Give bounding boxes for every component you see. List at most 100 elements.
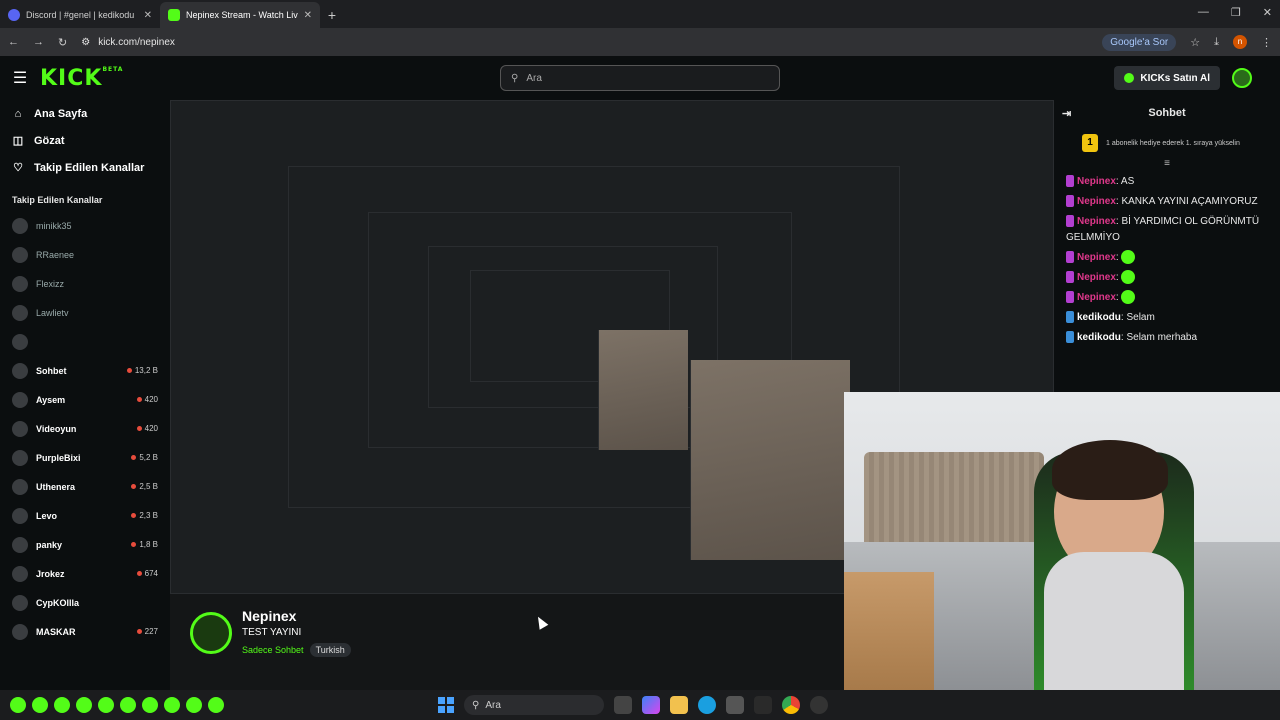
sidebar-item-home[interactable]: ⌂ Ana Sayfa	[0, 100, 170, 127]
stream-tag[interactable]: Turkish	[309, 643, 351, 657]
sidebar-channel-item[interactable]: Jrokez 674	[0, 559, 170, 588]
viewer-count: 420	[144, 395, 158, 404]
new-tab-button[interactable]: +	[320, 2, 344, 28]
chat-username[interactable]: Nepinex	[1077, 272, 1116, 283]
chat-message: Nepinex:	[1066, 290, 1268, 306]
minimize-icon[interactable]: —	[1198, 6, 1209, 19]
sidebar-channel-item[interactable]: RRaenee	[0, 240, 170, 269]
search-input[interactable]: ⚲ Ara	[500, 65, 780, 91]
close-icon[interactable]: ✕	[304, 10, 312, 21]
channel-list: minikk35 RRaenee Flexizz Lawlietv Sohbet 13,2…	[0, 211, 170, 646]
app-icon[interactable]	[754, 696, 772, 714]
kick-logo[interactable]: KICKBETA	[40, 66, 123, 91]
hamburger-menu-icon[interactable]: ☰	[0, 68, 40, 88]
sidebar-channel-item[interactable]: Levo 2,3 B	[0, 501, 170, 530]
channel-name: Jrokez	[36, 568, 65, 579]
chat-message-text: KANKA YAYINI AÇAMIYORUZ	[1121, 196, 1258, 207]
tray-app-icon[interactable]	[142, 697, 158, 713]
file-explorer-icon[interactable]	[670, 696, 688, 714]
sidebar-channel-item[interactable]: Aysem 420	[0, 385, 170, 414]
tray-app-icon[interactable]	[98, 697, 114, 713]
sidebar-channel-item[interactable]: Flexizz	[0, 269, 170, 298]
windows-start-icon[interactable]	[438, 697, 454, 713]
channel-name: Uthenera	[36, 481, 76, 492]
chat-username[interactable]: Nepinex	[1077, 196, 1116, 207]
chat-username[interactable]: Nepinex	[1077, 176, 1116, 187]
sidebar-channel-item[interactable]: PurpleBixi 5,2 B	[0, 443, 170, 472]
tab-discord[interactable]: Discord | #genel | kedikodu ✕	[0, 2, 160, 28]
buy-kicks-button[interactable]: KICKs Satın Al	[1114, 66, 1220, 90]
tray-app-icon[interactable]	[186, 697, 202, 713]
chrome-icon[interactable]	[782, 696, 800, 714]
pinned-toggle-icon[interactable]: ≡	[1054, 159, 1280, 170]
tray-app-icon[interactable]	[54, 697, 70, 713]
sidebar-channel-item[interactable]: Uthenera 2,5 B	[0, 472, 170, 501]
channel-avatar	[12, 536, 28, 553]
chat-username[interactable]: kedikodu	[1077, 332, 1121, 343]
stream-title: TEST YAYINI	[242, 627, 302, 638]
taskbar-search-input[interactable]: ⚲ Ara	[464, 695, 604, 715]
sidebar-item-label: Gözat	[34, 134, 65, 147]
channel-avatar	[12, 362, 28, 379]
chat-username[interactable]: Nepinex	[1077, 252, 1116, 263]
emote-icon	[1121, 270, 1136, 285]
tray-app-icon[interactable]	[32, 697, 48, 713]
sidebar-channel-item[interactable]: Sohbet 13,2 B	[0, 356, 170, 385]
site-info-icon[interactable]: ⚙	[81, 37, 90, 48]
edge-icon[interactable]	[698, 696, 716, 714]
bookmark-star-icon[interactable]: ☆	[1190, 36, 1200, 49]
google-sor-button[interactable]: Google'a Sor	[1102, 33, 1177, 51]
store-icon[interactable]	[726, 696, 744, 714]
sidebar-item-browse[interactable]: ◫ Gözat	[0, 127, 170, 154]
restore-icon[interactable]: ❐	[1231, 6, 1241, 19]
collapse-chat-icon[interactable]: ⇥	[1062, 107, 1071, 120]
chat-username[interactable]: Nepinex	[1077, 292, 1116, 303]
tray-app-icon[interactable]	[10, 697, 26, 713]
sidebar-channel-item[interactable]: minikk35	[0, 211, 170, 240]
profile-avatar[interactable]: n	[1233, 35, 1247, 49]
broadcaster-badge-icon	[1066, 175, 1074, 188]
channel-name: RRaenee	[36, 249, 75, 260]
streamer-name[interactable]: Nepinex	[242, 608, 351, 624]
chat-username[interactable]: Nepinex	[1077, 216, 1116, 227]
stream-category[interactable]: Sadece Sohbet	[242, 645, 304, 655]
close-window-icon[interactable]: ✕	[1263, 6, 1272, 19]
obs-icon[interactable]	[810, 696, 828, 714]
reload-icon[interactable]: ↻	[58, 36, 67, 49]
task-view-icon[interactable]	[614, 696, 632, 714]
copilot-icon[interactable]	[642, 696, 660, 714]
tray-app-icon[interactable]	[208, 697, 224, 713]
close-icon[interactable]: ✕	[144, 10, 152, 21]
sidebar-channel-item[interactable]	[0, 327, 170, 356]
chat-panel: ⇥ Sohbet 1 1 abonelik hediye ederek 1. s…	[1054, 100, 1280, 392]
tray-app-icon[interactable]	[164, 697, 180, 713]
chat-username[interactable]: kedikodu	[1077, 312, 1121, 323]
sidebar-item-following[interactable]: ♡ Takip Edilen Kanallar	[0, 154, 170, 181]
buy-kicks-label: KICKs Satın Al	[1140, 72, 1210, 84]
channel-name: Videoyun	[36, 423, 77, 434]
broadcaster-badge-icon	[1066, 271, 1074, 284]
channel-name: Flexizz	[36, 278, 65, 289]
sidebar-channel-item[interactable]: Videoyun 420	[0, 414, 170, 443]
sidebar-channel-item[interactable]: Lawlietv	[0, 298, 170, 327]
sidebar-channel-item[interactable]: CypKOllla	[0, 588, 170, 617]
tab-kick[interactable]: Nepinex Stream - Watch Live o ✕	[160, 2, 320, 28]
discord-icon	[8, 9, 20, 21]
user-avatar[interactable]	[1232, 68, 1252, 88]
sub-gift-notice[interactable]: 1 1 abonelik hediye ederek 1. sıraya yük…	[1054, 126, 1280, 160]
tray-app-icon[interactable]	[76, 697, 92, 713]
back-icon[interactable]: ←	[8, 36, 19, 48]
chat-message: Nepinex: AS	[1066, 174, 1268, 190]
download-icon[interactable]: ⤓	[1214, 36, 1219, 49]
menu-kebab-icon[interactable]: ⋮	[1261, 36, 1272, 49]
tray-app-icon[interactable]	[120, 697, 136, 713]
channel-name: Aysem	[36, 394, 66, 405]
channel-viewers: 420	[136, 395, 158, 404]
channel-name: CypKOllla	[36, 597, 80, 608]
sidebar-channel-item[interactable]: panky 1,8 B	[0, 530, 170, 559]
url-field[interactable]: ⚙ kick.com/nepinex	[81, 31, 1088, 53]
chat-title: Sohbet	[1148, 107, 1186, 119]
streamer-avatar[interactable]	[190, 611, 232, 654]
forward-icon[interactable]: →	[33, 36, 44, 48]
sidebar-channel-item[interactable]: MASKAR 227	[0, 617, 170, 646]
